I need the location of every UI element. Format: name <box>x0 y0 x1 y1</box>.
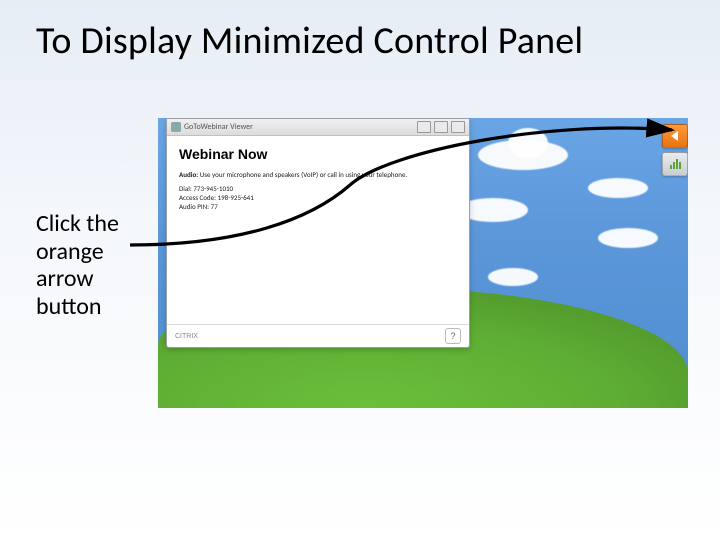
minimized-control-panel <box>662 124 688 180</box>
viewer-footer: CİTRIX ? <box>167 324 469 347</box>
dial-value: 773-945-1010 <box>193 184 233 193</box>
viewer-body: Webinar Now Audio: Use your microphone a… <box>167 136 469 324</box>
pin-row: Audio PIN: 77 <box>179 202 457 211</box>
audio-instructions: Audio: Use your microphone and speakers … <box>179 170 457 179</box>
window-title: GoToWebinar Viewer <box>184 122 414 132</box>
dial-row: Dial: 773-945-1010 <box>179 184 457 193</box>
close-button[interactable] <box>451 121 465 133</box>
wallpaper-cloud <box>598 228 658 248</box>
instruction-text: Click the orange arrow button <box>36 210 156 320</box>
audio-levels-icon <box>670 159 681 169</box>
help-button[interactable]: ? <box>445 328 461 344</box>
pin-label: Audio PIN: <box>179 202 209 211</box>
expand-panel-button[interactable] <box>662 124 688 148</box>
audio-label: Audio: <box>179 170 198 179</box>
gotowebinar-viewer-window: GoToWebinar Viewer Webinar Now Audio: Us… <box>166 118 470 348</box>
wallpaper-cloud <box>588 178 648 198</box>
question-icon: ? <box>450 331 455 341</box>
app-icon <box>171 122 181 132</box>
conference-details: Dial: 773-945-1010 Access Code: 198-925-… <box>179 184 457 211</box>
slide: To Display Minimized Control Panel Click… <box>0 0 720 540</box>
wallpaper-cloud <box>488 268 538 286</box>
audio-text: Use your microphone and speakers (VoIP) … <box>200 170 407 179</box>
dial-label: Dial: <box>179 184 192 193</box>
window-titlebar[interactable]: GoToWebinar Viewer <box>167 119 469 136</box>
desktop-screenshot: GoToWebinar Viewer Webinar Now Audio: Us… <box>158 118 688 408</box>
webinar-heading: Webinar Now <box>179 146 457 162</box>
access-row: Access Code: 198-925-641 <box>179 193 457 202</box>
wallpaper-cloud <box>508 128 548 158</box>
arrow-left-icon <box>671 131 678 141</box>
audio-indicator-button[interactable] <box>662 152 688 176</box>
footer-brand: CİTRIX <box>175 333 198 340</box>
access-label: Access Code: <box>179 193 216 202</box>
access-value: 198-925-641 <box>218 193 254 202</box>
slide-title: To Display Minimized Control Panel <box>36 18 684 64</box>
pin-value: 77 <box>211 202 218 211</box>
maximize-button[interactable] <box>434 121 448 133</box>
minimize-button[interactable] <box>417 121 431 133</box>
